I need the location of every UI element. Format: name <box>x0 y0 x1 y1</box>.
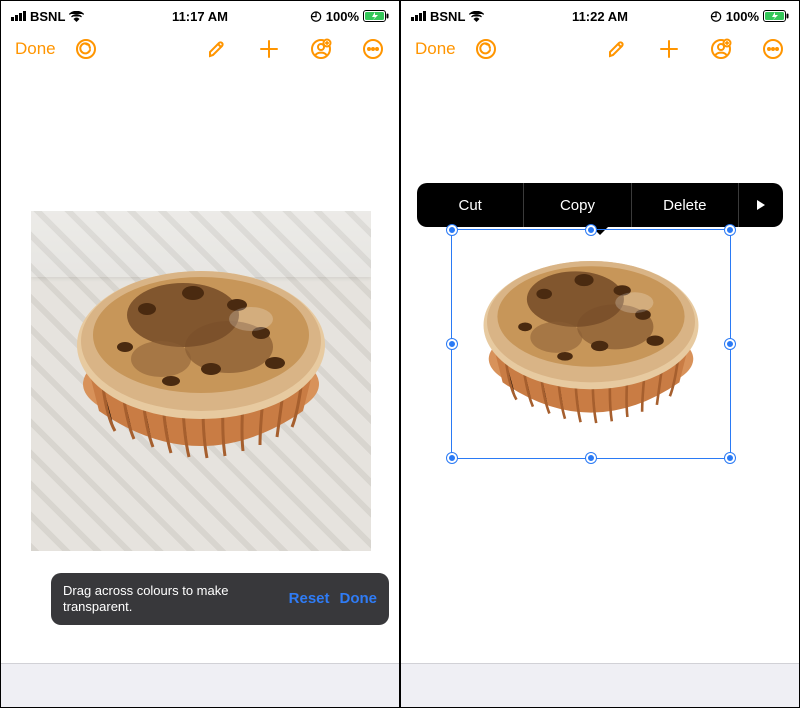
overlay-message: Drag across colours to make transparent. <box>63 583 279 616</box>
bottom-bar <box>1 663 399 707</box>
context-copy[interactable]: Copy <box>524 183 631 227</box>
instant-alpha-bar: Drag across colours to make transparent.… <box>51 573 389 626</box>
battery-icon <box>763 10 789 22</box>
brush-icon[interactable] <box>605 37 629 61</box>
carrier-label: BSNL <box>430 9 465 24</box>
status-bar: BSNL 11:17 AM ◴ 100% <box>1 1 399 27</box>
reset-button[interactable]: Reset <box>289 590 330 607</box>
signal-bars-icon <box>11 11 26 21</box>
canvas[interactable]: Cut Copy Delete <box>401 71 799 663</box>
image-editing[interactable] <box>31 211 371 551</box>
left-screen: BSNL 11:17 AM ◴ 100% Done <box>0 0 400 708</box>
battery-icon <box>363 10 389 22</box>
context-cut[interactable]: Cut <box>417 183 524 227</box>
more-icon[interactable] <box>761 37 785 61</box>
plus-icon[interactable] <box>657 37 681 61</box>
battery-percent: 100% <box>726 9 759 24</box>
handle-bottom-left[interactable] <box>447 453 457 463</box>
brush-icon[interactable] <box>205 37 229 61</box>
alarm-icon: ◴ <box>710 8 721 24</box>
handle-top-left[interactable] <box>447 225 457 235</box>
done-button[interactable]: Done <box>415 39 456 59</box>
undo-icon[interactable] <box>474 37 498 61</box>
handle-mid-left[interactable] <box>447 339 457 349</box>
bottom-bar <box>401 663 799 707</box>
context-delete[interactable]: Delete <box>632 183 739 227</box>
selection-box[interactable] <box>451 229 731 459</box>
done-button[interactable]: Done <box>15 39 56 59</box>
carrier-label: BSNL <box>30 9 65 24</box>
signal-bars-icon <box>411 11 426 21</box>
wifi-icon <box>469 11 484 22</box>
alarm-icon: ◴ <box>310 8 321 24</box>
add-person-icon[interactable] <box>309 37 333 61</box>
handle-bottom-right[interactable] <box>725 453 735 463</box>
handle-mid-right[interactable] <box>725 339 735 349</box>
context-menu: Cut Copy Delete <box>417 183 783 227</box>
overlay-done-button[interactable]: Done <box>340 590 378 607</box>
muffin-image <box>51 229 351 469</box>
selected-image[interactable] <box>451 229 731 459</box>
add-person-icon[interactable] <box>709 37 733 61</box>
handle-top-mid[interactable] <box>586 225 596 235</box>
toolbar: Done <box>401 27 799 71</box>
right-screen: BSNL 11:22 AM ◴ 100% Done <box>400 0 800 708</box>
plus-icon[interactable] <box>257 37 281 61</box>
clock: 11:17 AM <box>172 9 228 24</box>
canvas[interactable]: Drag across colours to make transparent.… <box>1 71 399 663</box>
status-bar: BSNL 11:22 AM ◴ 100% <box>401 1 799 27</box>
handle-top-right[interactable] <box>725 225 735 235</box>
handle-bottom-mid[interactable] <box>586 453 596 463</box>
undo-icon[interactable] <box>74 37 98 61</box>
toolbar: Done <box>1 27 399 71</box>
context-more-arrow[interactable] <box>739 183 783 227</box>
more-icon[interactable] <box>361 37 385 61</box>
battery-percent: 100% <box>326 9 359 24</box>
wifi-icon <box>69 11 84 22</box>
clock: 11:22 AM <box>572 9 628 24</box>
